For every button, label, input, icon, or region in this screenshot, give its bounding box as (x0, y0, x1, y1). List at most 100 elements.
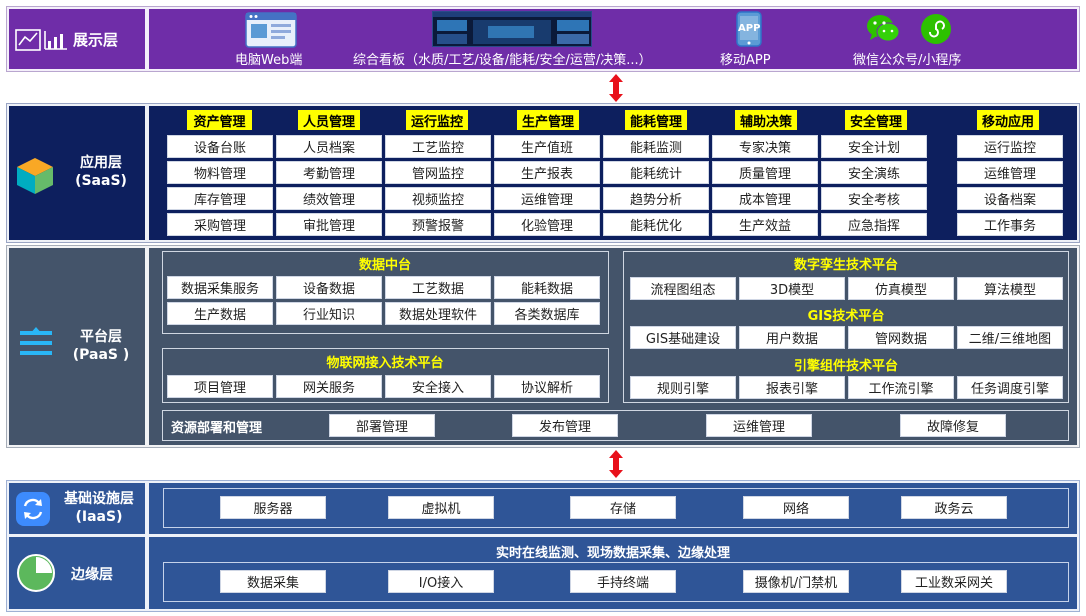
saas-item: 绩效管理 (276, 187, 382, 210)
saas-item: 管网监控 (385, 161, 491, 184)
platform-icon (20, 327, 52, 355)
saas-item: 能耗统计 (603, 161, 709, 184)
iaas-layer-side: 基础设施层 (IaaS) (9, 483, 145, 534)
saas-item: 考勤管理 (276, 161, 382, 184)
double-arrow-icon (609, 74, 623, 102)
saas-item: 采购管理 (167, 213, 273, 236)
iaas-label: 基础设施层 (IaaS) (64, 491, 134, 525)
saas-item: 生产效益 (712, 213, 818, 236)
cube-icon (17, 158, 53, 194)
saas-item: 设备台账 (167, 135, 273, 158)
edge-label: 边缘层 (71, 567, 113, 583)
paas-label: 平台层 (PaaS ) (72, 329, 130, 363)
display-layer-main: 电脑Web端 综合看板（水质/工艺/设备/能耗/安全/运营/决策...） APP… (149, 9, 1077, 69)
paas-item: 任务调度引擎 (957, 376, 1063, 399)
gis-title: GIS技术平台 (807, 308, 885, 324)
paas-item: 安全接入 (385, 375, 491, 398)
edge-item: 数据采集 (220, 570, 326, 593)
wechat-label: 微信公众号/小程序 (853, 53, 962, 68)
resource-item: 部署管理 (329, 414, 435, 437)
paas-item: 网关服务 (276, 375, 382, 398)
saas-item: 应急指挥 (821, 213, 927, 236)
saas-header: 安全管理 (845, 110, 907, 130)
paas-item: 能耗数据 (494, 276, 600, 299)
saas-item: 安全演练 (821, 161, 927, 184)
paas-item: 用户数据 (739, 326, 845, 349)
display-layer-label: 展示层 (73, 31, 119, 49)
dashboard-label: 综合看板（水质/工艺/设备/能耗/安全/运营/决策...） (353, 53, 652, 68)
saas-item: 预警报警 (385, 213, 491, 236)
saas-item: 质量管理 (712, 161, 818, 184)
paas-item: 仿真模型 (848, 277, 954, 300)
saas-item: 安全考核 (821, 187, 927, 210)
paas-item: 工作流引擎 (848, 376, 954, 399)
paas-item: 规则引擎 (630, 376, 736, 399)
paas-item: 管网数据 (848, 326, 954, 349)
resource-item: 运维管理 (706, 414, 812, 437)
web-browser-icon (245, 12, 297, 48)
engine-title: 引擎组件技术平台 (793, 358, 898, 374)
refresh-icon (16, 492, 50, 526)
edge-item: 工业数采网关 (901, 570, 1007, 593)
saas-item: 生产值班 (494, 135, 600, 158)
saas-item: 工艺监控 (385, 135, 491, 158)
saas-item: 审批管理 (276, 213, 382, 236)
edge-title: 实时在线监测、现场数据采集、边缘处理 (496, 546, 731, 561)
saas-item: 安全计划 (821, 135, 927, 158)
pie-chart-icon (17, 554, 55, 592)
wechat-icon (867, 15, 900, 42)
mobile-app-label: 移动APP (720, 53, 771, 68)
saas-header: 人员管理 (298, 110, 360, 130)
saas-item: 专家决策 (712, 135, 818, 158)
saas-item: 库存管理 (167, 187, 273, 210)
resource-item: 发布管理 (512, 414, 618, 437)
digital-twin-title: 数字孪生技术平台 (793, 257, 898, 273)
web-client-label: 电脑Web端 (235, 53, 303, 68)
saas-item: 化验管理 (494, 213, 600, 236)
display-layer-side: 展示层 (9, 9, 145, 69)
iaas-item: 网络 (743, 496, 849, 519)
resource-item: 故障修复 (900, 414, 1006, 437)
iaas-item: 政务云 (901, 496, 1007, 519)
saas-item: 运维管理 (957, 161, 1063, 184)
app-icon-text: APP (738, 23, 761, 34)
saas-item: 物料管理 (167, 161, 273, 184)
mini-program-icon (921, 14, 951, 44)
paas-item: 项目管理 (167, 375, 273, 398)
paas-item: 数据处理软件 (385, 302, 491, 325)
edge-item: I/O接入 (388, 570, 494, 593)
saas-item: 成本管理 (712, 187, 818, 210)
resource-label: 资源部署和管理 (171, 421, 263, 436)
paas-item: 二维/三维地图 (957, 326, 1063, 349)
saas-item: 设备档案 (957, 187, 1063, 210)
paas-item: 行业知识 (276, 302, 382, 325)
paas-item: 报表引擎 (739, 376, 845, 399)
saas-item: 工作事务 (957, 213, 1063, 236)
saas-item: 人员档案 (276, 135, 382, 158)
paas-item: 生产数据 (167, 302, 273, 325)
saas-layer-side: 应用层 (SaaS) (9, 106, 145, 240)
paas-item: 工艺数据 (385, 276, 491, 299)
double-arrow-icon (609, 450, 623, 478)
paas-item: 数据采集服务 (167, 276, 273, 299)
paas-item: 设备数据 (276, 276, 382, 299)
iot-title: 物联网接入技术平台 (326, 355, 444, 371)
data-center-title: 数据中台 (358, 257, 411, 273)
iaas-item: 存储 (570, 496, 676, 519)
saas-item: 能耗监测 (603, 135, 709, 158)
dashboard-thumbnail (432, 11, 592, 47)
saas-header: 生产管理 (517, 110, 579, 130)
paas-item: 3D模型 (739, 277, 845, 300)
edge-item: 手持终端 (570, 570, 676, 593)
paas-layer-side: 平台层 (PaaS ) (9, 248, 145, 445)
saas-header: 辅助决策 (735, 110, 797, 130)
saas-item: 生产报表 (494, 161, 600, 184)
saas-item: 运行监控 (957, 135, 1063, 158)
chart-icon (15, 29, 67, 51)
saas-item: 运维管理 (494, 187, 600, 210)
saas-header: 资产管理 (187, 110, 252, 130)
paas-item: 协议解析 (494, 375, 600, 398)
edge-item: 摄像机/门禁机 (743, 570, 849, 593)
paas-item: GIS基础建设 (630, 326, 736, 349)
saas-item: 趋势分析 (603, 187, 709, 210)
